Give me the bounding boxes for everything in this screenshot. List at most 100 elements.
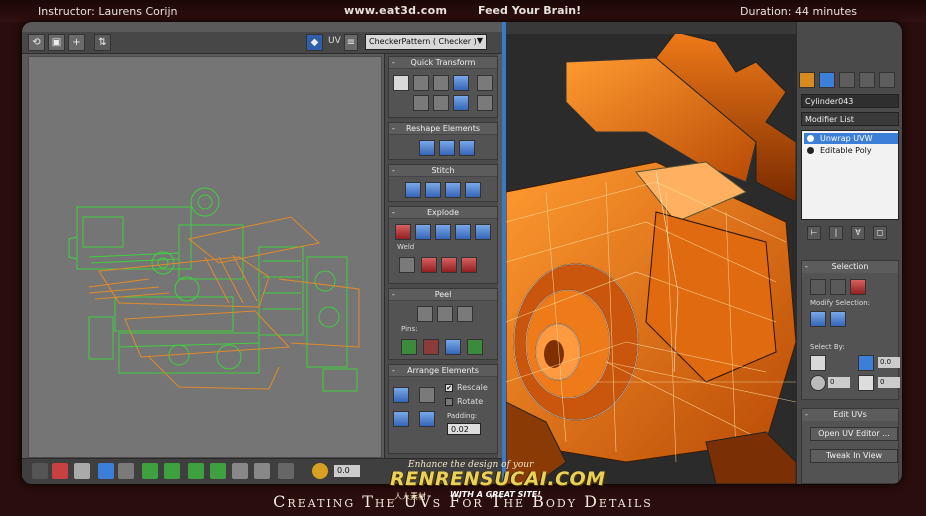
split-icon[interactable]	[475, 224, 491, 240]
pack-normalize-icon[interactable]	[419, 387, 435, 403]
select-pins-icon[interactable]	[467, 339, 483, 355]
select-by-angle-icon[interactable]	[858, 355, 874, 371]
create-tab-icon[interactable]	[799, 72, 815, 88]
angle-spinner[interactable]: 0.0	[878, 357, 900, 368]
grow-selection-icon[interactable]	[810, 311, 826, 327]
align-diagonal2-icon[interactable]	[433, 95, 449, 111]
rotate-checkbox[interactable]	[445, 397, 453, 406]
edge-mode-icon[interactable]	[830, 279, 846, 295]
align-diagonal-icon[interactable]	[433, 75, 449, 91]
edge-loop-icon[interactable]	[210, 463, 226, 479]
face-mode-icon[interactable]	[52, 463, 68, 479]
select-mode-icon[interactable]	[32, 463, 48, 479]
selection-title[interactable]: - Selection	[802, 261, 898, 273]
align-horizontal-icon[interactable]	[413, 75, 429, 91]
remove-modifier-icon[interactable]: ◻	[873, 226, 887, 240]
padding-input[interactable]: 0.02	[447, 423, 481, 435]
stitch-average-icon[interactable]	[425, 182, 441, 198]
paint-select-icon[interactable]	[232, 463, 248, 479]
peel-title[interactable]: - Peel	[389, 289, 497, 301]
pivot-icon[interactable]	[393, 75, 409, 91]
space-vertical-icon[interactable]	[477, 95, 493, 111]
align-vertical-icon[interactable]	[413, 95, 429, 111]
smoothing-spinner[interactable]: 0	[828, 377, 850, 388]
rescale-elements-icon[interactable]	[419, 411, 435, 427]
material-spinner[interactable]: 0	[878, 377, 900, 388]
unpin-icon[interactable]	[423, 339, 439, 355]
rescale-checkbox-row[interactable]: ✔ Rescale	[445, 383, 488, 392]
modify-tab-icon[interactable]	[819, 72, 835, 88]
uv-canvas[interactable]	[28, 56, 382, 458]
perspective-viewport[interactable]	[506, 22, 796, 484]
flatten-icon[interactable]	[415, 224, 431, 240]
stitch-title[interactable]: - Stitch	[389, 165, 497, 177]
shrink-icon[interactable]	[118, 463, 134, 479]
rotate-icon[interactable]	[453, 75, 469, 91]
weld-selected-icon[interactable]	[421, 257, 437, 273]
quick-transform-title[interactable]: - Quick Transform	[389, 57, 497, 69]
edit-uvs-title[interactable]: - Edit UVs	[802, 409, 898, 421]
select-by-material-icon[interactable]	[858, 375, 874, 391]
peel-mode-icon[interactable]	[437, 306, 453, 322]
select-by-element-icon[interactable]	[810, 355, 826, 371]
weld-threshold-icon[interactable]	[461, 257, 477, 273]
element-mode-icon[interactable]	[74, 463, 90, 479]
weld-target-icon[interactable]	[399, 257, 415, 273]
open-uv-editor-button[interactable]: Open UV Editor ...	[810, 427, 898, 441]
grid-icon[interactable]: ≡	[344, 34, 358, 51]
soft-selection-falloff-icon[interactable]	[312, 463, 328, 479]
detach-icon[interactable]	[455, 224, 471, 240]
lightbulb-icon[interactable]	[807, 147, 814, 154]
brush-size-icon[interactable]	[278, 463, 294, 479]
loop-icon[interactable]	[142, 463, 158, 479]
reset-peel-icon[interactable]	[457, 306, 473, 322]
stitch-target-icon[interactable]	[405, 182, 421, 198]
pack-together-icon[interactable]	[393, 411, 409, 427]
display-tab-icon[interactable]	[879, 72, 895, 88]
explode-icon[interactable]	[435, 224, 451, 240]
soft-select-icon[interactable]	[254, 463, 270, 479]
lightbulb-icon[interactable]	[807, 135, 814, 142]
space-horizontal-icon[interactable]	[477, 75, 493, 91]
edge-select-icon[interactable]	[188, 463, 204, 479]
pin-icon[interactable]	[401, 339, 417, 355]
rotate-checkbox-row[interactable]: Rotate	[445, 397, 483, 406]
add-point-icon[interactable]: +	[68, 34, 85, 51]
checker-pattern-dropdown[interactable]: CheckerPattern ( Checker ) ▼	[365, 34, 487, 50]
vertex-mode-icon[interactable]	[810, 279, 826, 295]
undo-icon[interactable]: ⟲	[28, 34, 45, 51]
tweak-in-view-button[interactable]: Tweak In View	[810, 449, 898, 463]
arrange-elements-title[interactable]: - Arrange Elements	[389, 365, 497, 377]
stack-item-unwrap-uvw[interactable]: Unwrap UVW	[804, 133, 898, 144]
break-icon[interactable]	[395, 224, 411, 240]
select-by-smoothing-icon[interactable]	[810, 375, 826, 391]
rescale-checkbox[interactable]: ✔	[445, 383, 453, 392]
stack-item-editable-poly[interactable]: Editable Poly	[804, 145, 898, 156]
grow-icon[interactable]	[98, 463, 114, 479]
make-unique-icon[interactable]: ∀	[851, 226, 865, 240]
reshape-elements-title[interactable]: - Reshape Elements	[389, 123, 497, 135]
hierarchy-tab-icon[interactable]	[839, 72, 855, 88]
object-name-field[interactable]: Cylinder043	[801, 94, 899, 108]
checker-icon[interactable]: ◆	[306, 34, 323, 51]
show-end-result-icon[interactable]: |	[829, 226, 843, 240]
pack-custom-icon[interactable]	[393, 387, 409, 403]
stitch-custom-icon[interactable]	[465, 182, 481, 198]
straighten-icon[interactable]	[419, 140, 435, 156]
stitch-source-icon[interactable]	[445, 182, 461, 198]
modifier-list-dropdown[interactable]: Modifier List	[801, 112, 899, 126]
explode-title[interactable]: - Explode	[389, 207, 497, 219]
motion-tab-icon[interactable]	[859, 72, 875, 88]
auto-pin-icon[interactable]	[445, 339, 461, 355]
weld-all-icon[interactable]	[441, 257, 457, 273]
falloff-value[interactable]: 0.0	[334, 465, 360, 477]
pin-stack-icon[interactable]: ⊢	[807, 226, 821, 240]
arc-icon[interactable]	[459, 140, 475, 156]
shrink-selection-icon[interactable]	[830, 311, 846, 327]
ring-icon[interactable]	[164, 463, 180, 479]
frame-icon[interactable]: ▣	[48, 34, 65, 51]
quick-peel-icon[interactable]	[417, 306, 433, 322]
rotate-ccw-icon[interactable]	[453, 95, 469, 111]
mirror-icon[interactable]: ⇅	[94, 34, 111, 51]
relax-icon[interactable]	[439, 140, 455, 156]
